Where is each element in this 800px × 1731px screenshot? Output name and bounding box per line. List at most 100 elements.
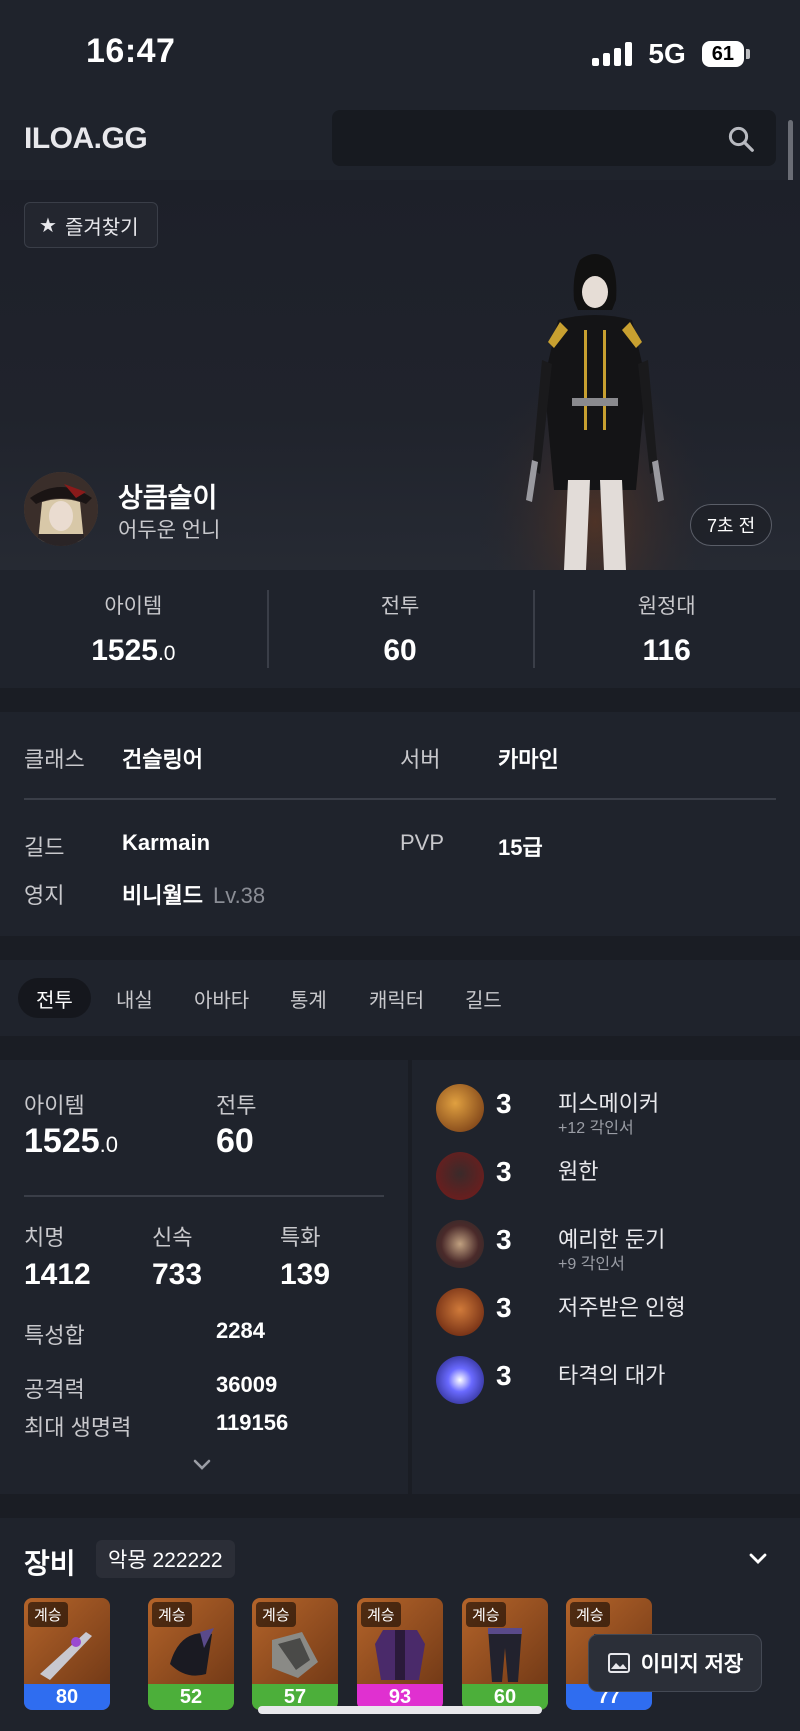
peacemaker-icon xyxy=(436,1084,484,1132)
search-input[interactable] xyxy=(332,110,776,166)
engraving-item[interactable]: 3 타격의 대가 xyxy=(436,1354,786,1410)
stat-total-label: 특성합 xyxy=(24,1323,85,1348)
tab-characters[interactable]: 캐릭터 xyxy=(369,978,424,1018)
slot-tag: 계승 xyxy=(28,1602,68,1627)
character-hero: ★ 즐겨찾기 상큼슬이 어두운 언니 7초 전 xyxy=(0,180,800,570)
quality-bar: 80 xyxy=(24,1684,110,1710)
item-level-value: 1525.0 xyxy=(24,1122,118,1160)
character-name: 상큼슬이 xyxy=(118,483,218,513)
combat-level-label: 전투 xyxy=(216,1093,257,1118)
engraving-level: 3 xyxy=(496,1156,512,1187)
pvp-value: 15급 xyxy=(498,835,543,860)
specialization-value: 139 xyxy=(280,1258,331,1291)
keen-blunt-icon xyxy=(436,1220,484,1268)
battery-icon: 61 xyxy=(701,41,750,67)
tab-stats[interactable]: 통계 xyxy=(290,978,327,1018)
quality-bar: 52 xyxy=(148,1684,234,1710)
character-info: 클래스 건슬링어 서버 카마인 길드 Karmain PVP 15급 영지 비니… xyxy=(0,712,800,936)
summary-value: 116 xyxy=(642,634,691,667)
site-logo[interactable]: ILOA.GG xyxy=(24,122,148,156)
summary-value: 1525.0 xyxy=(91,634,176,667)
tab-bar: 전투 내실 아바타 통계 캐릭터 길드 xyxy=(0,960,800,1036)
equipment-slot-weapon[interactable]: 계승 80 xyxy=(24,1598,110,1710)
chest-icon xyxy=(375,1630,425,1680)
slot-tag: 계승 xyxy=(256,1602,296,1627)
engravings-panel: 3 피스메이커 +12 각인서 3 원한 3 예리한 둔기 +9 각인서 3 저… xyxy=(412,1060,800,1494)
engraving-item[interactable]: 3 피스메이커 +12 각인서 xyxy=(436,1082,786,1138)
equipment-section: 장비 악몽 222222 계승 80 계승 52 계승 57 계승 93 계승 xyxy=(0,1518,800,1731)
engraving-book: +9 각인서 xyxy=(558,1256,625,1273)
divider xyxy=(24,1195,384,1197)
divider xyxy=(24,798,776,800)
estate-label: 영지 xyxy=(24,883,65,908)
status-bar: 16:47 5G 61 xyxy=(0,0,800,100)
equipment-slot-helmet[interactable]: 계승 52 xyxy=(148,1598,234,1710)
guild-label: 길드 xyxy=(24,835,65,860)
slot-tag: 계승 xyxy=(466,1602,506,1627)
grudge-icon xyxy=(436,1152,484,1200)
character-title: 어두운 언니 xyxy=(118,519,221,542)
attack-label: 공격력 xyxy=(24,1377,85,1402)
slot-tag: 계승 xyxy=(570,1602,610,1627)
summary-label: 전투 xyxy=(380,595,420,618)
status-time: 16:47 xyxy=(86,32,176,70)
combat-level-value: 60 xyxy=(216,1122,254,1160)
summary-label: 아이템 xyxy=(104,595,163,618)
chevron-down-icon[interactable] xyxy=(748,1552,768,1566)
engraving-name: 저주받은 인형 xyxy=(558,1295,686,1320)
tab-combat[interactable]: 전투 xyxy=(18,978,91,1018)
save-image-button[interactable]: 이미지 저장 xyxy=(588,1634,762,1692)
home-indicator[interactable] xyxy=(258,1706,542,1714)
summary-value: 60 xyxy=(383,634,417,667)
summary-label: 원정대 xyxy=(637,595,696,618)
item-level-label: 아이템 xyxy=(24,1093,85,1118)
network-type: 5G xyxy=(648,38,686,69)
engraving-level: 3 xyxy=(496,1088,512,1119)
engraving-level: 3 xyxy=(496,1224,512,1255)
shoulder-icon xyxy=(272,1632,318,1678)
server-label: 서버 xyxy=(400,747,441,772)
favorite-button[interactable]: ★ 즐겨찾기 xyxy=(24,202,158,248)
tab-guild[interactable]: 길드 xyxy=(465,978,502,1018)
crit-value: 1412 xyxy=(24,1258,91,1291)
summary-combat-level: 전투 60 xyxy=(266,570,534,688)
image-icon xyxy=(607,1653,630,1673)
helmet-icon xyxy=(170,1628,214,1676)
engraving-item[interactable]: 3 저주받은 인형 xyxy=(436,1286,786,1342)
engraving-item[interactable]: 3 원한 xyxy=(436,1150,786,1206)
search-icon[interactable] xyxy=(726,124,756,154)
attack-value: 36009 xyxy=(216,1372,278,1397)
summary-stats: 아이템 1525.0 전투 60 원정대 116 xyxy=(0,570,800,688)
summary-item-level: 아이템 1525.0 xyxy=(0,570,267,688)
slot-tag: 계승 xyxy=(152,1602,192,1627)
equipment-slot-chest[interactable]: 계승 93 xyxy=(357,1598,443,1710)
equipment-slot-pants[interactable]: 계승 60 xyxy=(462,1598,548,1710)
engraving-item[interactable]: 3 예리한 둔기 +9 각인서 xyxy=(436,1218,786,1274)
profile-page: 16:47 5G 61 ILOA.GG ★ 즐겨찾기 상큼슬이 어두운 언니 7… xyxy=(0,0,800,1731)
refresh-button[interactable]: 7초 전 xyxy=(690,504,773,546)
engraving-name: 타격의 대가 xyxy=(558,1363,666,1388)
tab-avatar[interactable]: 아바타 xyxy=(194,978,249,1018)
status-indicators: 5G 61 xyxy=(592,38,750,70)
star-icon: ★ xyxy=(39,214,57,237)
max-hp-value: 119156 xyxy=(216,1410,289,1435)
tab-inner[interactable]: 내실 xyxy=(116,978,153,1018)
signal-icon xyxy=(592,42,633,66)
equipment-title: 장비 xyxy=(24,1548,76,1579)
swiftness-value: 733 xyxy=(152,1258,203,1291)
estate-level: Lv.38 xyxy=(212,883,266,908)
estate-value: 비니월드 Lv.38 xyxy=(122,883,266,908)
engraving-level: 3 xyxy=(496,1292,512,1323)
guild-value[interactable]: Karmain xyxy=(122,830,210,856)
avatar-image xyxy=(24,472,98,546)
chevron-down-icon[interactable] xyxy=(192,1458,212,1472)
engraving-name: 원한 xyxy=(558,1159,599,1184)
pants-icon xyxy=(488,1628,522,1682)
character-portrait xyxy=(480,250,710,570)
server-value: 카마인 xyxy=(498,747,559,772)
pvp-label: PVP xyxy=(400,830,445,855)
equipment-slot-shoulder[interactable]: 계승 57 xyxy=(252,1598,338,1710)
app-header: ILOA.GG xyxy=(0,100,800,180)
stat-total-value: 2284 xyxy=(216,1318,265,1343)
crit-label: 치명 xyxy=(24,1225,65,1250)
